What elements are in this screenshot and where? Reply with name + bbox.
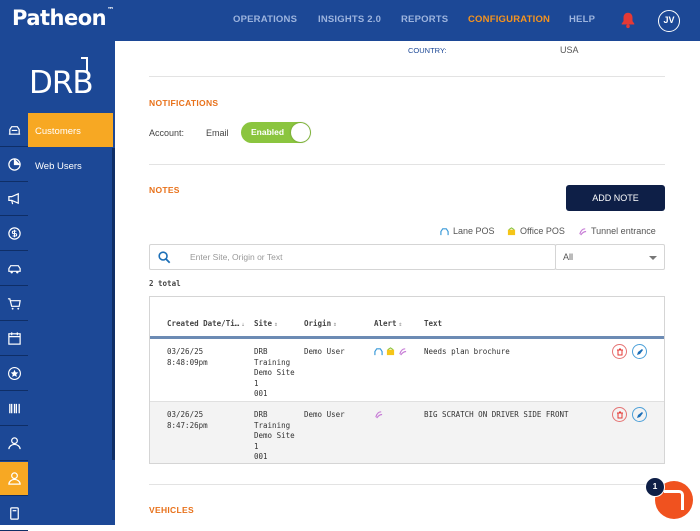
email-label: Email — [206, 128, 229, 138]
lane-pos-icon — [374, 348, 383, 356]
nav-insights[interactable]: INSIGHTS 2.0 — [318, 14, 381, 25]
patheon-logo[interactable]: Patheon™ — [12, 6, 114, 30]
chat-icon — [664, 490, 684, 510]
chevron-down-icon — [649, 256, 657, 260]
cell-text: Needs plan brochure — [424, 347, 510, 356]
sort-icon: ⇣ — [241, 321, 245, 328]
country-label: COUNTRY: — [408, 46, 447, 55]
cell-site: DRB Training Demo Site 1 001 — [254, 410, 295, 461]
nav-help[interactable]: HELP — [569, 14, 595, 25]
top-navigation-bar: Patheon™ OPERATIONS INSIGHTS 2.0 REPORTS… — [0, 0, 700, 41]
email-notification-toggle[interactable]: Enabled — [241, 122, 311, 143]
nav-reports[interactable]: REPORTS — [401, 14, 448, 25]
rail-star-icon[interactable] — [0, 357, 28, 391]
cell-alerts — [374, 410, 383, 419]
pencil-icon — [637, 349, 643, 355]
user-avatar[interactable]: JV — [658, 10, 680, 32]
rail-barcode-icon[interactable] — [0, 392, 28, 426]
column-created-date[interactable]: Created Date/Ti… ⇣ — [167, 319, 245, 328]
account-label: Account: — [149, 128, 185, 138]
search-placeholder: Enter Site, Origin or Text — [190, 252, 283, 262]
cell-origin: Demo User — [304, 410, 345, 419]
cell-site: DRB Training Demo Site 1 001 — [254, 347, 295, 398]
column-origin[interactable]: Origin ⇕ — [304, 319, 337, 328]
tunnel-entrance-icon — [399, 348, 407, 356]
delete-note-button[interactable] — [612, 344, 627, 359]
rail-car-wash-icon[interactable] — [0, 113, 28, 147]
rail-car-icon[interactable] — [0, 252, 28, 286]
rail-cart-icon[interactable] — [0, 287, 28, 321]
add-note-button[interactable]: ADD NOTE — [566, 185, 665, 211]
sort-icon: ⇕ — [333, 321, 337, 328]
rail-calendar-icon[interactable] — [0, 322, 28, 356]
edit-note-button[interactable] — [632, 344, 647, 359]
nav-operations[interactable]: OPERATIONS — [233, 14, 297, 25]
rail-megaphone-icon[interactable] — [0, 182, 28, 216]
edit-note-button[interactable] — [632, 407, 647, 422]
cell-text: BIG SCRATCH ON DRIVER SIDE FRONT — [424, 410, 569, 419]
notes-title: NOTES — [149, 185, 180, 195]
notes-total: 2 total — [149, 279, 181, 288]
divider — [149, 76, 665, 77]
legend-lane-pos: Lane POS — [440, 226, 495, 236]
column-text: Text — [424, 319, 443, 328]
cell-date: 03/26/25 8:48:09pm — [167, 347, 208, 367]
tunnel-entrance-icon — [375, 411, 383, 419]
column-site[interactable]: Site ⇕ — [254, 319, 278, 328]
search-icon — [158, 251, 171, 264]
delete-note-button[interactable] — [612, 407, 627, 422]
trash-icon — [617, 348, 623, 356]
legend-tunnel-entrance: Tunnel entrance — [578, 226, 656, 236]
sort-icon: ⇕ — [398, 321, 403, 328]
rail-device-icon[interactable] — [0, 497, 28, 531]
rail-dollar-icon[interactable] — [0, 217, 28, 251]
subnav-web-users[interactable]: Web Users — [28, 148, 113, 182]
trash-icon — [617, 411, 623, 419]
cell-date: 03/26/25 8:47:26pm — [167, 410, 208, 430]
rail-employee-icon[interactable] — [0, 427, 28, 461]
table-row[interactable]: 03/26/25 8:47:26pm DRB Training Demo Sit… — [150, 401, 664, 463]
notification-bell-icon[interactable] — [619, 11, 637, 29]
country-value: USA — [560, 45, 579, 55]
cell-origin: Demo User — [304, 347, 345, 356]
table-row[interactable]: 03/26/25 8:48:09pm DRB Training Demo Sit… — [150, 339, 664, 401]
notes-filter-select[interactable]: All — [555, 244, 665, 270]
notifications-title: NOTIFICATIONS — [149, 98, 219, 108]
cell-alerts — [374, 347, 407, 356]
office-pos-icon — [507, 226, 516, 235]
vehicles-title: VEHICLES — [149, 505, 194, 515]
sort-icon: ⇕ — [274, 321, 278, 328]
office-pos-icon — [386, 347, 395, 356]
pencil-icon — [637, 412, 643, 418]
rail-pie-chart-icon[interactable] — [0, 148, 28, 182]
legend-office-pos: Office POS — [507, 226, 565, 236]
column-alert[interactable]: Alert ⇕ — [374, 319, 402, 328]
notes-table: Created Date/Ti… ⇣ Site ⇕ Origin ⇕ Alert ⇕ T… — [149, 296, 665, 464]
drb-logo: DRB — [29, 57, 94, 101]
lane-pos-icon — [440, 227, 449, 235]
divider — [149, 164, 665, 165]
divider — [149, 484, 665, 485]
nav-configuration[interactable]: CONFIGURATION — [468, 14, 550, 25]
chat-unread-badge: 1 — [645, 477, 665, 497]
notes-search-input[interactable]: Enter Site, Origin or Text — [149, 244, 556, 270]
subnav-customers[interactable]: Customers — [28, 113, 113, 147]
toggle-knob — [291, 123, 310, 142]
rail-customer-icon[interactable] — [0, 462, 28, 496]
tunnel-entrance-icon — [579, 227, 587, 235]
